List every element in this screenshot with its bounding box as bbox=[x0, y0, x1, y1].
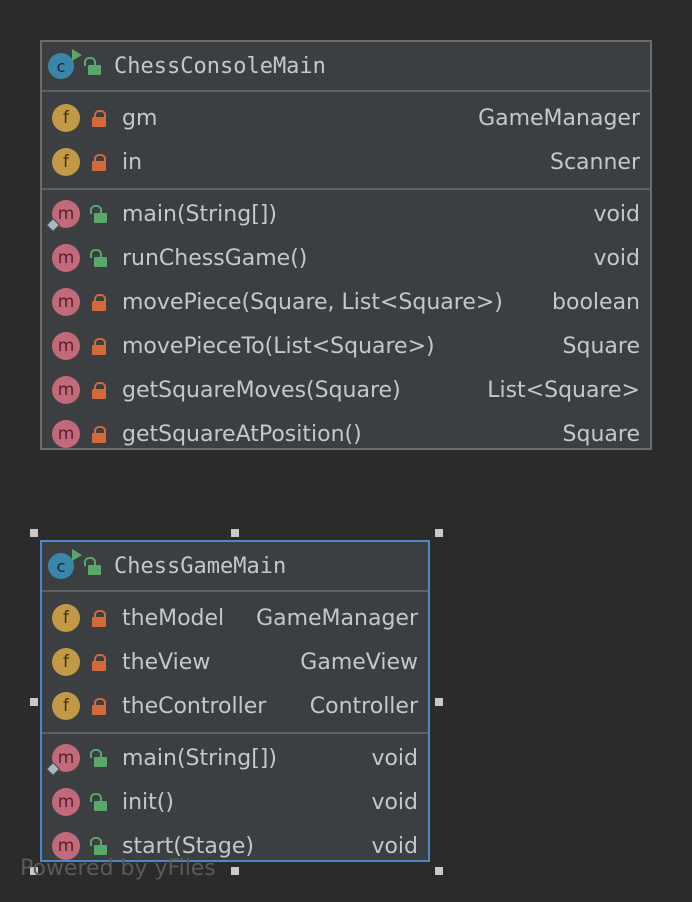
method-name: start(Stage) bbox=[122, 833, 254, 859]
method-icon: m bbox=[52, 376, 80, 404]
field-name: theController bbox=[122, 693, 267, 719]
method-name: movePiece(Square, List<Square>) bbox=[122, 289, 503, 315]
public-icon bbox=[90, 793, 108, 811]
class-node-chessgamemain[interactable]: c ChessGameMain f theModel GameManager f… bbox=[40, 540, 430, 862]
public-icon bbox=[90, 837, 108, 855]
resize-handle-ne[interactable] bbox=[435, 529, 443, 537]
field-icon: f bbox=[52, 104, 80, 132]
resize-handle-e[interactable] bbox=[435, 698, 443, 706]
field-row[interactable]: f theView GameView bbox=[42, 640, 428, 684]
resize-handle-n[interactable] bbox=[231, 529, 239, 537]
private-icon bbox=[90, 153, 108, 171]
runnable-icon bbox=[72, 49, 82, 61]
method-icon: m bbox=[52, 420, 80, 448]
field-name: theModel bbox=[122, 605, 225, 631]
yfiles-watermark: Powered by yFiles bbox=[20, 856, 216, 881]
resize-handle-se[interactable] bbox=[435, 867, 443, 875]
method-icon: m bbox=[45, 200, 80, 233]
method-row[interactable]: m movePieceTo(List<Square>) Square bbox=[42, 324, 650, 368]
resize-handle-nw[interactable] bbox=[30, 529, 38, 537]
method-row[interactable]: m main(String[]) void bbox=[42, 192, 650, 236]
field-icon: f bbox=[52, 692, 80, 720]
private-icon bbox=[90, 653, 108, 671]
field-row[interactable]: f in Scanner bbox=[42, 140, 650, 184]
method-icon: m bbox=[45, 744, 80, 777]
methods-section: m main(String[]) void m runChessGame() v… bbox=[42, 190, 650, 458]
resize-handle-s[interactable] bbox=[231, 867, 239, 875]
class-icon: c bbox=[48, 549, 82, 579]
field-type: GameView bbox=[300, 649, 418, 675]
method-type: void bbox=[371, 789, 418, 815]
public-icon bbox=[90, 249, 108, 267]
field-icon: f bbox=[52, 648, 80, 676]
field-icon: f bbox=[52, 604, 80, 632]
method-type: List<Square> bbox=[487, 377, 640, 403]
method-icon: m bbox=[52, 288, 80, 316]
method-row[interactable]: m getSquareMoves(Square) List<Square> bbox=[42, 368, 650, 412]
method-name: main(String[]) bbox=[122, 201, 277, 227]
class-name: ChessConsoleMain bbox=[114, 53, 326, 79]
method-name: movePieceTo(List<Square>) bbox=[122, 333, 435, 359]
public-icon bbox=[90, 749, 108, 767]
method-type: void bbox=[371, 833, 418, 859]
field-type: Controller bbox=[309, 693, 418, 719]
public-icon bbox=[90, 205, 108, 223]
private-icon bbox=[90, 697, 108, 715]
private-icon bbox=[90, 109, 108, 127]
private-icon bbox=[90, 337, 108, 355]
private-icon bbox=[90, 381, 108, 399]
field-row[interactable]: f theController Controller bbox=[42, 684, 428, 728]
method-icon: m bbox=[52, 788, 80, 816]
class-node-chessconsolemain[interactable]: c ChessConsoleMain f gm GameManager f in… bbox=[40, 40, 652, 450]
private-icon bbox=[90, 609, 108, 627]
field-type: GameManager bbox=[478, 105, 640, 131]
method-row[interactable]: m init() void bbox=[42, 780, 428, 824]
class-header: c ChessConsoleMain bbox=[42, 42, 650, 92]
class-icon: c bbox=[48, 49, 82, 79]
field-name: in bbox=[122, 149, 143, 175]
field-icon: f bbox=[52, 148, 80, 176]
method-name: main(String[]) bbox=[122, 745, 277, 771]
public-icon bbox=[84, 557, 102, 575]
method-row[interactable]: m getSquareAtPosition() Square bbox=[42, 412, 650, 456]
method-type: boolean bbox=[552, 289, 640, 315]
public-icon bbox=[84, 57, 102, 75]
private-icon bbox=[90, 425, 108, 443]
fields-section: f theModel GameManager f theView GameVie… bbox=[42, 592, 428, 734]
method-icon: m bbox=[52, 244, 80, 272]
runnable-icon bbox=[72, 549, 82, 561]
resize-handle-w[interactable] bbox=[30, 698, 38, 706]
methods-section: m main(String[]) void m init() void m st… bbox=[42, 734, 428, 870]
field-type: Scanner bbox=[549, 149, 640, 175]
class-name: ChessGameMain bbox=[114, 553, 287, 579]
field-name: theView bbox=[122, 649, 211, 675]
method-icon: m bbox=[52, 332, 80, 360]
method-type: void bbox=[593, 245, 640, 271]
field-name: gm bbox=[122, 105, 158, 131]
fields-section: f gm GameManager f in Scanner bbox=[42, 92, 650, 190]
method-type: Square bbox=[562, 333, 640, 359]
method-name: init() bbox=[122, 789, 174, 815]
method-type: Square bbox=[562, 421, 640, 447]
method-type: void bbox=[371, 745, 418, 771]
method-name: runChessGame() bbox=[122, 245, 308, 271]
private-icon bbox=[90, 293, 108, 311]
field-type: GameManager bbox=[256, 605, 418, 631]
method-row[interactable]: m runChessGame() void bbox=[42, 236, 650, 280]
method-row[interactable]: m main(String[]) void bbox=[42, 736, 428, 780]
method-type: void bbox=[593, 201, 640, 227]
field-row[interactable]: f gm GameManager bbox=[42, 96, 650, 140]
method-name: getSquareMoves(Square) bbox=[122, 377, 401, 403]
method-row[interactable]: m movePiece(Square, List<Square>) boolea… bbox=[42, 280, 650, 324]
class-header: c ChessGameMain bbox=[42, 542, 428, 592]
method-name: getSquareAtPosition() bbox=[122, 421, 362, 447]
field-row[interactable]: f theModel GameManager bbox=[42, 596, 428, 640]
